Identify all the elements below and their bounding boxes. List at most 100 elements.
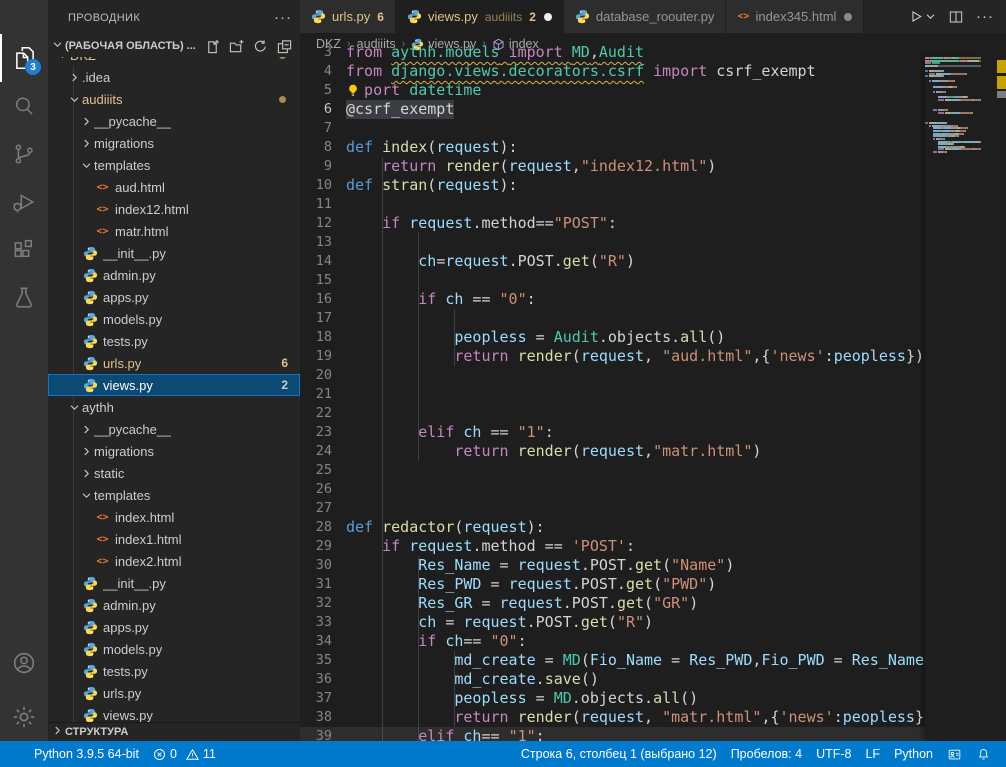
outline-section-header[interactable]: СТРУКТУРА (48, 722, 300, 741)
code-line[interactable]: 7 (300, 119, 925, 138)
code-line[interactable]: 4from django.views.decorators.csrf impor… (300, 62, 925, 81)
line-number[interactable]: 39 (300, 727, 346, 741)
line-number[interactable]: 29 (300, 537, 346, 556)
code-line[interactable]: 33 ch = request.POST.get("R") (300, 613, 925, 632)
tree-item-__init__.py[interactable]: __init__.py (48, 572, 300, 594)
line-number[interactable]: 32 (300, 594, 346, 613)
tree-item-index.html[interactable]: <>index.html (48, 506, 300, 528)
code-line[interactable]: 19 return render(request, "aud.html",{'n… (300, 347, 925, 366)
code-line[interactable]: 31 Res_PWD = request.POST.get("PWD") (300, 575, 925, 594)
line-number[interactable]: 17 (300, 309, 346, 328)
line-number[interactable]: 15 (300, 271, 346, 290)
line-number[interactable]: 22 (300, 404, 346, 423)
new-file-icon[interactable] (205, 39, 220, 54)
tree-item-admin.py[interactable]: admin.py (48, 594, 300, 616)
code-line[interactable]: 23 elif ch == "1": (300, 423, 925, 442)
code-line[interactable]: 8def index(request): (300, 138, 925, 157)
code-line[interactable]: 39 elif ch== "1": (300, 727, 925, 741)
line-number[interactable]: 35 (300, 651, 346, 670)
settings-gear-icon[interactable] (0, 693, 48, 741)
line-number[interactable]: 38 (300, 708, 346, 727)
chevron-down-icon[interactable] (925, 11, 936, 22)
tree-item-urls.py[interactable]: urls.py (48, 682, 300, 704)
tree-item-aud.html[interactable]: <>aud.html (48, 176, 300, 198)
code-line[interactable]: 24 return render(request,"matr.html") (300, 442, 925, 461)
code-line[interactable]: 28def redactor(request): (300, 518, 925, 537)
line-number[interactable]: 24 (300, 442, 346, 461)
code-line[interactable]: 37 peopless = MD.objects.all() (300, 689, 925, 708)
tree-item-views.py[interactable]: views.py (48, 704, 300, 722)
new-folder-icon[interactable] (229, 39, 244, 54)
search-icon[interactable] (0, 82, 48, 130)
refresh-icon[interactable] (253, 39, 268, 54)
line-number[interactable]: 5 (300, 81, 346, 100)
line-number[interactable]: 25 (300, 461, 346, 480)
tree-item-__init__.py[interactable]: __init__.py (48, 242, 300, 264)
tree-item-apps.py[interactable]: apps.py (48, 616, 300, 638)
tree-item-templates[interactable]: templates (48, 484, 300, 506)
line-number[interactable]: 12 (300, 214, 346, 233)
python-interpreter-status[interactable]: Python 3.9.5 64-bit (27, 747, 146, 761)
code-line[interactable]: 15 (300, 271, 925, 290)
indentation-status[interactable]: Пробелов: 4 (724, 747, 809, 761)
code-line[interactable]: 5import datetime (300, 81, 925, 100)
line-number[interactable]: 21 (300, 385, 346, 404)
code-editor[interactable]: 3from aythh.models import MD,Audit4from … (300, 55, 1006, 741)
tree-item-aythh[interactable]: aythh (48, 396, 300, 418)
explorer-icon[interactable]: 3 (0, 34, 48, 82)
tree-item-audiiits[interactable]: audiiits (48, 88, 300, 110)
workspace-section-header[interactable]: (РАБОЧАЯ ОБЛАСТЬ) ... (48, 35, 300, 57)
feedback-icon[interactable] (940, 747, 969, 762)
code-line[interactable]: 21 (300, 385, 925, 404)
tree-item-tests.py[interactable]: tests.py (48, 330, 300, 352)
lightbulb-icon[interactable] (346, 83, 364, 99)
extensions-icon[interactable] (0, 226, 48, 274)
code-line[interactable]: 32 Res_GR = request.POST.get("GR") (300, 594, 925, 613)
line-number[interactable]: 14 (300, 252, 346, 271)
tree-item-index2.html[interactable]: <>index2.html (48, 550, 300, 572)
line-number[interactable]: 10 (300, 176, 346, 195)
code-line[interactable]: 35 md_create = MD(Fio_Name = Res_PWD,Fio… (300, 651, 925, 670)
code-line[interactable]: 13 (300, 233, 925, 252)
line-number[interactable]: 23 (300, 423, 346, 442)
tree-item-.idea[interactable]: .idea (48, 66, 300, 88)
line-number[interactable]: 33 (300, 613, 346, 632)
code-line[interactable]: 30 Res_Name = request.POST.get("Name") (300, 556, 925, 575)
code-line[interactable]: 22 (300, 404, 925, 423)
tree-item-admin.py[interactable]: admin.py (48, 264, 300, 286)
code-line[interactable]: 34 if ch== "0": (300, 632, 925, 651)
line-number[interactable]: 36 (300, 670, 346, 689)
tree-item-index1.html[interactable]: <>index1.html (48, 528, 300, 550)
tree-item-migrations[interactable]: migrations (48, 440, 300, 462)
tree-item-index12.html[interactable]: <>index12.html (48, 198, 300, 220)
line-number[interactable]: 7 (300, 119, 346, 138)
code-line[interactable]: 11 (300, 195, 925, 214)
tree-item-views.py[interactable]: views.py2 (48, 374, 300, 396)
tab-database_roouter.py[interactable]: database_roouter.py (564, 0, 727, 33)
code-line[interactable]: 10def stran(request): (300, 176, 925, 195)
tree-item-templates[interactable]: templates (48, 154, 300, 176)
line-number[interactable]: 8 (300, 138, 346, 157)
tree-item-static[interactable]: static (48, 462, 300, 484)
tree-item-tests.py[interactable]: tests.py (48, 660, 300, 682)
tree-item-__pycache__[interactable]: __pycache__ (48, 110, 300, 132)
line-number[interactable]: 16 (300, 290, 346, 309)
tree-item-urls.py[interactable]: urls.py6 (48, 352, 300, 374)
tree-item-matr.html[interactable]: <>matr.html (48, 220, 300, 242)
run-python-file-button[interactable] (908, 8, 936, 25)
account-icon[interactable] (0, 639, 48, 687)
code-line[interactable]: 3from aythh.models import MD,Audit (300, 43, 925, 62)
line-number[interactable]: 9 (300, 157, 346, 176)
notifications-bell-icon[interactable] (969, 747, 998, 762)
code-line[interactable]: 9 return render(request,"index12.html") (300, 157, 925, 176)
more-actions-icon[interactable]: ··· (976, 8, 994, 25)
testing-icon[interactable] (0, 274, 48, 322)
cursor-position-status[interactable]: Строка 6, столбец 1 (выбрано 12) (514, 747, 724, 761)
code-line[interactable]: 18 peopless = Audit.objects.all() (300, 328, 925, 347)
code-line[interactable]: 20 (300, 366, 925, 385)
code-line[interactable]: 29 if request.method == 'POST': (300, 537, 925, 556)
language-mode-status[interactable]: Python (887, 747, 940, 761)
line-number[interactable]: 6 (300, 100, 346, 119)
tree-item-migrations[interactable]: migrations (48, 132, 300, 154)
tab-index345.html[interactable]: <>index345.html (726, 0, 864, 33)
